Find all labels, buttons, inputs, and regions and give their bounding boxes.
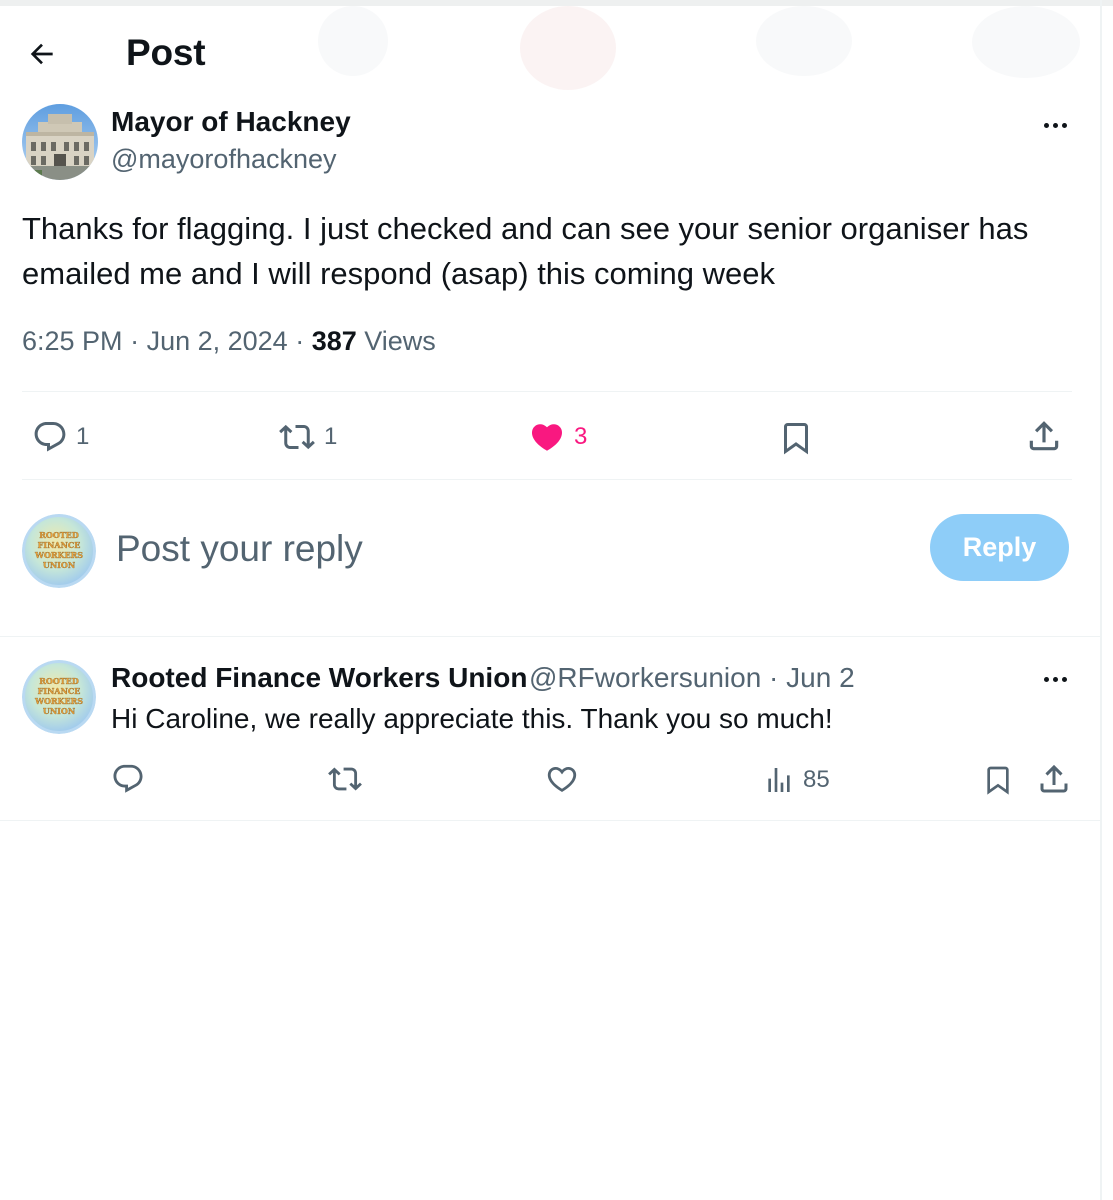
heart-icon bbox=[531, 424, 563, 451]
comment-author-handle[interactable]: @RFworkersunion · Jun 2 bbox=[529, 662, 855, 694]
author-handle[interactable]: @mayorofhackney bbox=[111, 144, 337, 175]
divider bbox=[22, 479, 1072, 480]
town-hall-photo bbox=[22, 104, 98, 180]
comment-share-button[interactable] bbox=[1036, 761, 1072, 797]
repost-count: 1 bbox=[324, 423, 338, 450]
comment-views-count: 85 bbox=[803, 766, 830, 793]
more-dot bbox=[1061, 676, 1067, 682]
more-horizontal-icon bbox=[1043, 676, 1049, 682]
union-logo: ROOTED FINANCE WORKERS UNION bbox=[22, 660, 96, 734]
post-text: Thanks for flagging. I just checked and … bbox=[22, 211, 1029, 291]
comment-author-name[interactable]: Rooted Finance Workers Union bbox=[111, 662, 527, 694]
reply-icon bbox=[113, 764, 143, 793]
share-icon bbox=[1029, 421, 1059, 451]
svg-text:WORKERS: WORKERS bbox=[34, 550, 83, 560]
divider bbox=[0, 820, 1100, 821]
post-more-button[interactable] bbox=[1037, 115, 1073, 135]
repost-icon bbox=[279, 424, 315, 450]
more-horizontal-icon bbox=[1043, 122, 1049, 128]
bookmark-button[interactable] bbox=[778, 419, 814, 457]
reply-submit-button[interactable]: Reply bbox=[930, 514, 1069, 581]
heart-icon bbox=[547, 766, 577, 792]
union-logo-text: ROOTED FINANCE WORKERS UNION bbox=[34, 676, 84, 716]
meta-separator: · bbox=[287, 326, 312, 356]
svg-text:ROOTED: ROOTED bbox=[39, 676, 79, 686]
svg-text:WORKERS: WORKERS bbox=[34, 696, 83, 706]
page-header: Post bbox=[0, 18, 1100, 88]
svg-text:ROOTED: ROOTED bbox=[39, 530, 79, 540]
comment-reply-button[interactable] bbox=[111, 762, 145, 796]
svg-text:UNION: UNION bbox=[43, 560, 75, 570]
post-date[interactable]: Jun 2, 2024 bbox=[147, 326, 288, 356]
reply-icon bbox=[34, 422, 66, 452]
like-button[interactable]: 3 bbox=[528, 419, 587, 455]
reply-count: 1 bbox=[76, 423, 90, 450]
share-icon bbox=[1040, 764, 1068, 793]
views-label: Views bbox=[364, 326, 436, 356]
bookmark-icon bbox=[784, 423, 808, 455]
reply-button[interactable]: 1 bbox=[32, 419, 89, 455]
page-title: Post bbox=[126, 32, 206, 73]
union-logo: ROOTED FINANCE WORKERS UNION bbox=[22, 514, 96, 588]
views-count: 387 bbox=[311, 326, 357, 356]
more-dot bbox=[1061, 122, 1067, 128]
more-dot bbox=[1052, 122, 1058, 128]
window-top-edge bbox=[0, 0, 1113, 6]
meta-separator: · bbox=[122, 326, 147, 356]
svg-text:UNION: UNION bbox=[43, 706, 75, 716]
union-logo-text: ROOTED FINANCE WORKERS UNION bbox=[34, 530, 84, 570]
current-user-avatar[interactable]: ROOTED FINANCE WORKERS UNION bbox=[22, 514, 96, 588]
svg-text:FINANCE: FINANCE bbox=[38, 686, 81, 696]
comment-author-avatar[interactable]: ROOTED FINANCE WORKERS UNION bbox=[22, 660, 96, 734]
comment-bookmark-button[interactable] bbox=[982, 762, 1014, 798]
like-count: 3 bbox=[574, 423, 588, 450]
post-time[interactable]: 6:25 PM bbox=[22, 326, 123, 356]
comment-more-button[interactable] bbox=[1037, 669, 1073, 689]
share-button[interactable] bbox=[1025, 417, 1063, 455]
arrow-left-icon bbox=[30, 43, 53, 65]
author-name[interactable]: Mayor of Hackney bbox=[111, 106, 351, 138]
back-button[interactable] bbox=[22, 34, 62, 74]
comment-views-button[interactable]: 85 bbox=[763, 764, 830, 796]
column-border bbox=[1100, 0, 1102, 1200]
divider bbox=[0, 636, 1100, 637]
svg-text:FINANCE: FINANCE bbox=[38, 540, 81, 550]
comment-text: Hi Caroline, we really appreciate this. … bbox=[111, 703, 833, 734]
divider bbox=[22, 391, 1072, 392]
more-dot bbox=[1052, 676, 1058, 682]
post-meta: 6:25 PM · Jun 2, 2024 · 387 Views bbox=[22, 326, 436, 357]
bookmark-icon bbox=[987, 766, 1009, 795]
comment-like-button[interactable] bbox=[545, 762, 579, 796]
repost-button[interactable]: 1 bbox=[278, 419, 337, 455]
views-chart-icon bbox=[768, 768, 790, 792]
author-avatar[interactable] bbox=[22, 104, 98, 180]
comment-repost-button[interactable] bbox=[327, 762, 363, 796]
reply-input[interactable] bbox=[116, 522, 896, 576]
repost-icon bbox=[328, 767, 362, 791]
